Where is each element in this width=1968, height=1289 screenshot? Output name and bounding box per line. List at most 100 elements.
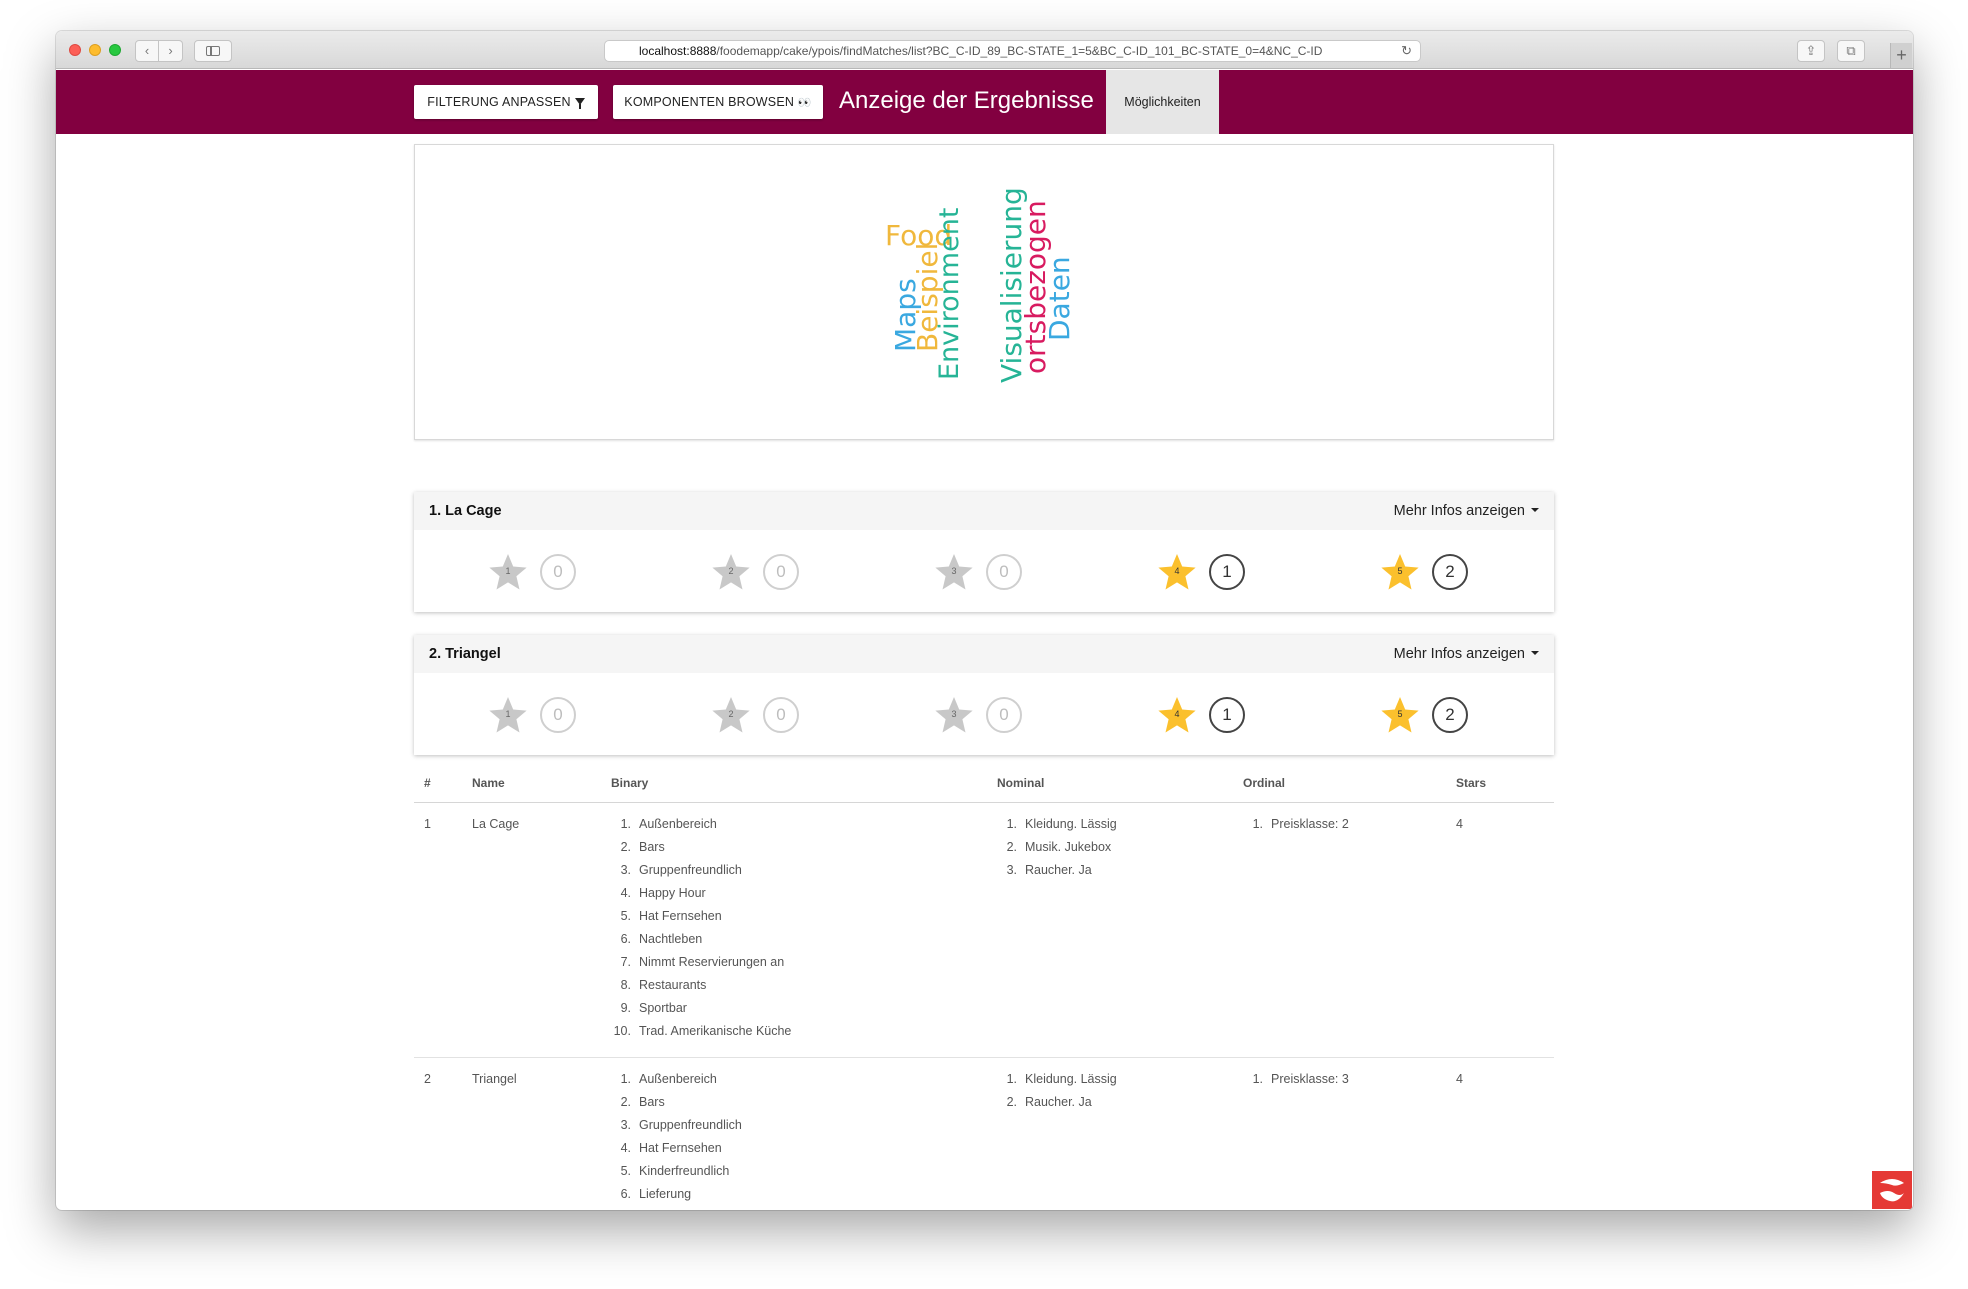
app-logo-badge[interactable] (1872, 1171, 1912, 1209)
rating-count-badge: 1 (1209, 554, 1245, 590)
star-level-label: 4 (1174, 566, 1180, 576)
browse-components-button[interactable]: KOMPONENTEN BROWSEN 👀 (613, 85, 823, 119)
rating-item[interactable]: 20 (710, 695, 820, 735)
filter-adjust-button[interactable]: FILTERUNG ANPASSEN (414, 85, 598, 119)
list-item-number: 1. (1252, 1071, 1263, 1086)
star-level-label: 1 (505, 709, 511, 719)
rating-count-badge: 2 (1432, 554, 1468, 590)
rating-item[interactable]: 10 (487, 695, 597, 735)
list-item-text: Happy Hour (639, 885, 706, 900)
list-item-number: 1. (620, 1071, 631, 1086)
caret-down-icon (1531, 508, 1539, 512)
filter-button-label: FILTERUNG ANPASSEN (427, 95, 571, 109)
result-card-header: 2. Triangel Mehr Infos anzeigen (414, 635, 1554, 673)
list-item-text: Nachtleben (639, 1210, 702, 1211)
list-item-text: Gruppenfreundlich (639, 1117, 742, 1132)
rating-count-badge: 0 (763, 697, 799, 733)
share-icon: ⇪ (1805, 43, 1817, 58)
cell-ordinal: 1. Preisklasse: 2 (1233, 802, 1446, 1058)
more-info-dropdown[interactable]: Mehr Infos anzeigen (1394, 646, 1539, 662)
share-button[interactable]: ⇪ (1797, 40, 1825, 62)
list-item-number: 2. (620, 1094, 631, 1109)
browser-titlebar: ‹ › localhost:8888/foodemapp/cake/ypois/… (56, 31, 1913, 69)
result-card-header: 1. La Cage Mehr Infos anzeigen (414, 492, 1554, 530)
star-level-label: 5 (1397, 566, 1403, 576)
list-item: 1. Außenbereich (621, 1072, 977, 1095)
address-bar[interactable]: localhost:8888/foodemapp/cake/ypois/find… (604, 40, 1421, 62)
list-item-text: Kinderfreundlich (639, 1163, 730, 1178)
tab-overview-button[interactable]: ⧉ (1837, 40, 1865, 62)
list-item: 1. Preisklasse: 2 (1253, 817, 1436, 840)
rating-item[interactable]: 41 (1156, 552, 1266, 592)
list-item-number: 3. (620, 862, 631, 877)
close-window-button[interactable] (69, 44, 81, 56)
cell-name: La Cage (462, 802, 601, 1058)
star-level-label: 1 (505, 566, 511, 576)
more-info-dropdown[interactable]: Mehr Infos anzeigen (1394, 503, 1539, 519)
rating-item[interactable]: 30 (933, 695, 1043, 735)
list-item-number: 10. (613, 1023, 631, 1038)
list-item-number: 3. (620, 1117, 631, 1132)
rating-item[interactable]: 52 (1379, 695, 1489, 735)
tab-moeglichkeiten[interactable]: Möglichkeiten (1106, 70, 1219, 134)
list-item-number: 8. (620, 977, 631, 992)
list-item-text: Lieferung (639, 1186, 692, 1201)
list-item-text: Raucher. Ja (1025, 862, 1092, 877)
list-item: 1. Außenbereich (621, 817, 977, 840)
star-icon: 5 (1379, 552, 1421, 592)
browser-window: ‹ › localhost:8888/foodemapp/cake/ypois/… (56, 31, 1913, 1210)
reload-icon[interactable]: ↻ (1401, 41, 1412, 61)
star-icon: 5 (1379, 695, 1421, 735)
cell-name: Triangel (462, 1057, 601, 1210)
list-item-text: Hat Fernsehen (639, 1140, 722, 1155)
logo-icon (1880, 1179, 1904, 1202)
list-item-text: Kleidung. Lässig (1025, 816, 1117, 831)
list-item-number: 2. (1006, 839, 1017, 854)
star-level-label: 4 (1174, 709, 1180, 719)
rating-item[interactable]: 20 (710, 552, 820, 592)
list-item-number: 2. (1006, 1094, 1017, 1109)
rating-count-badge: 1 (1209, 697, 1245, 733)
list-item: 2. Musik. Jukebox (1007, 840, 1223, 863)
rating-item[interactable]: 52 (1379, 552, 1489, 592)
list-item: 5. Hat Fernsehen (621, 909, 977, 932)
list-item: 1. Kleidung. Lässig (1007, 1072, 1223, 1095)
star-icon: 3 (933, 552, 975, 592)
cell-stars: 4 (1446, 1057, 1554, 1210)
minimize-window-button[interactable] (89, 44, 101, 56)
new-tab-button[interactable]: + (1890, 43, 1912, 68)
rating-item[interactable]: 10 (487, 552, 597, 592)
more-info-label: Mehr Infos anzeigen (1393, 646, 1525, 662)
list-item: 2. Bars (621, 840, 977, 863)
list-item: 10. Trad. Amerikanische Küche (614, 1024, 977, 1047)
list-item: 4. Happy Hour (621, 885, 977, 909)
rating-count-badge: 0 (986, 697, 1022, 733)
tabs-icon: ⧉ (1846, 43, 1856, 58)
star-icon: 4 (1156, 695, 1198, 735)
list-item: 4. Hat Fernsehen (621, 1140, 977, 1164)
app-header: FILTERUNG ANPASSEN KOMPONENTEN BROWSEN 👀… (56, 70, 1913, 134)
col-header-name: Name (462, 764, 601, 803)
list-item-number: 7. (611, 1210, 631, 1211)
list-item-text: Raucher. Ja (1025, 1094, 1092, 1109)
list-item-text: Gruppenfreundlich (639, 862, 742, 877)
list-item: 7. Nimmt Reservierungen an (621, 955, 977, 978)
result-title: 1. La Cage (429, 503, 502, 519)
back-button[interactable]: ‹ (135, 40, 159, 62)
list-item-number: 9. (620, 1000, 631, 1015)
col-header-nominal: Nominal (987, 764, 1233, 803)
list-item-number: 1. (620, 816, 631, 831)
cell-ordinal: 1. Preisklasse: 3 (1233, 1057, 1446, 1210)
rating-item[interactable]: 41 (1156, 695, 1266, 735)
cell-binary: 1. Außenbereich 2. Bars 3. Gruppenfreundlich 4… (601, 1057, 987, 1210)
col-header-number: # (414, 764, 462, 803)
list-item: 8. Restaurants (621, 977, 977, 1001)
eyes-icon: 👀 (797, 97, 812, 109)
forward-button[interactable]: › (159, 40, 183, 62)
list-item-text: Restaurants (639, 977, 707, 992)
zoom-window-button[interactable] (109, 44, 121, 56)
table-row: 1 La Cage 1. Außenbereich 2. Bars 3. Gruppenfre… (414, 802, 1554, 1058)
table-row: 2 Triangel 1. Außenbereich 2. Bars 3. Gruppenfr… (414, 1057, 1554, 1210)
sidebar-toggle-button[interactable] (194, 40, 232, 62)
rating-item[interactable]: 30 (933, 552, 1043, 592)
